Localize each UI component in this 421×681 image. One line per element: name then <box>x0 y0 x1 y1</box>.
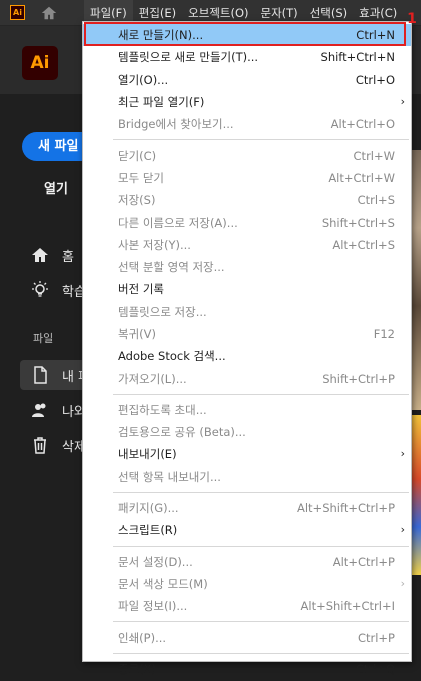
menu-item-label: 스크립트(R) <box>118 523 178 538</box>
menu-item-export[interactable]: 내보내기(E) › <box>83 443 411 465</box>
menu-item-label: 파일 정보(I)... <box>118 599 188 614</box>
menu-item-save-as-template: 템플릿으로 저장... <box>83 301 411 323</box>
menu-item-shortcut: Alt+Ctrl+P <box>332 554 395 569</box>
menu-item-new-from-template[interactable]: 템플릿으로 새로 만들기(T)... Shift+Ctrl+N <box>83 46 411 68</box>
thumbnail-strip <box>412 150 421 410</box>
menu-separator <box>113 393 409 395</box>
menu-item-document-color-mode: 문서 색상 모드(M) › <box>83 573 411 595</box>
files-section-label: 파일 <box>33 332 54 345</box>
menu-item-close-all: 모두 닫기 Alt+Ctrl+W <box>83 167 411 189</box>
lightbulb-icon <box>32 281 48 297</box>
open-button[interactable]: 열기 <box>44 178 68 197</box>
menu-item-shortcut: Ctrl+S <box>357 193 395 208</box>
menu-item-exit[interactable]: 종료(X) Ctrl+Q <box>83 658 411 680</box>
menu-item-shortcut: Ctrl+Q <box>355 661 395 676</box>
menu-item-place: 가져오기(L)... Shift+Ctrl+P <box>83 367 411 389</box>
menu-item-revert: 복귀(V) F12 <box>83 323 411 345</box>
menu-item-save-as: 다른 이름으로 저장(A)... Shift+Ctrl+S <box>83 211 411 233</box>
menu-item-label: 모두 닫기 <box>118 170 164 185</box>
menu-item-new[interactable]: 새로 만들기(N)... Ctrl+N <box>83 24 411 47</box>
menu-item-shortcut: Ctrl+W <box>353 148 395 163</box>
menu-item-label: 선택 분할 영역 저장... <box>118 260 225 275</box>
menu-separator <box>113 139 409 141</box>
menu-item-package: 패키지(G)... Alt+Shift+Ctrl+P <box>83 497 411 519</box>
menu-item-label: 닫기(C) <box>118 148 157 163</box>
menu-item-search-adobe-stock[interactable]: Adobe Stock 검색... <box>83 345 411 367</box>
menu-item-save-selected-slices: 선택 분할 영역 저장... <box>83 256 411 278</box>
menu-item-label: 템플릿으로 새로 만들기(T)... <box>118 50 259 65</box>
menu-item-share-for-review: 검토용으로 공유 (Beta)... <box>83 421 411 443</box>
home-icon <box>32 248 48 262</box>
menu-item-label: 검토용으로 공유 (Beta)... <box>118 425 246 440</box>
app-icon: Ai <box>10 5 25 20</box>
step-number-badge: 1 <box>407 11 417 27</box>
menu-item-shortcut: Shift+Ctrl+P <box>322 371 395 386</box>
menu-item-version-history[interactable]: 버전 기록 <box>83 278 411 300</box>
menu-item-label: 문서 색상 모드(M) <box>118 576 208 591</box>
menu-item-scripts[interactable]: 스크립트(R) › <box>83 519 411 541</box>
menu-item-label: 가져오기(L)... <box>118 371 187 386</box>
menu-item-save-copy: 사본 저장(Y)... Alt+Ctrl+S <box>83 234 411 256</box>
menu-item-label: 사본 저장(Y)... <box>118 237 191 252</box>
menu-item-shortcut: Shift+Ctrl+N <box>320 50 395 65</box>
menu-item-shortcut: Alt+Shift+Ctrl+I <box>300 599 395 614</box>
menu-item-browse-bridge: Bridge에서 찾아보기... Alt+Ctrl+O <box>83 113 411 135</box>
menu-item-export-selection: 선택 항목 내보내기... <box>83 466 411 488</box>
illustrator-logo: Ai <box>22 46 58 80</box>
menu-item-label: 새로 만들기(N)... <box>118 28 204 43</box>
menu-separator <box>113 652 409 654</box>
menu-item-label: 버전 기록 <box>118 282 164 297</box>
menu-item-shortcut: Ctrl+N <box>356 28 395 43</box>
menu-item-label: Adobe Stock 검색... <box>118 349 226 364</box>
menu-item-label: 복귀(V) <box>118 327 156 341</box>
sidebar-item-home[interactable]: 홈 <box>30 245 74 265</box>
menu-separator <box>113 545 409 547</box>
menu-item-print: 인쇄(P)... Ctrl+P <box>83 626 411 648</box>
menu-item-document-setup: 문서 설정(D)... Alt+Ctrl+P <box>83 551 411 573</box>
menu-item-label: Bridge에서 찾아보기... <box>118 117 234 132</box>
menu-item-shortcut: Alt+Shift+Ctrl+P <box>296 501 395 516</box>
menu-item-file-info: 파일 정보(I)... Alt+Shift+Ctrl+I <box>83 595 411 617</box>
trash-icon <box>34 437 46 454</box>
menu-item-label: 종료(X) <box>118 661 157 676</box>
submenu-arrow-icon: › <box>400 576 405 590</box>
menu-item-label: 패키지(G)... <box>118 501 179 516</box>
file-menu-dropdown: 새로 만들기(N)... Ctrl+N 템플릿으로 새로 만들기(T)... Shi… <box>82 21 412 676</box>
menu-item-open-recent[interactable]: 최근 파일 열기(F) › <box>83 91 411 113</box>
menu-item-label: 문서 설정(D)... <box>118 554 193 569</box>
menu-item-shortcut: F12 <box>373 327 395 341</box>
menu-item-shortcut: Alt+Ctrl+W <box>328 170 395 185</box>
people-icon <box>32 403 46 417</box>
menu-separator <box>113 491 409 493</box>
menu-item-label: 선택 항목 내보내기... <box>118 469 221 484</box>
menu-item-shortcut: Alt+Ctrl+S <box>332 237 395 252</box>
menu-item-shortcut: Alt+Ctrl+O <box>330 117 395 132</box>
menu-item-label: 인쇄(P)... <box>118 630 167 645</box>
menu-item-shortcut: Shift+Ctrl+S <box>321 215 395 230</box>
menu-item-label: 내보내기(E) <box>118 447 177 462</box>
sidebar-item-deleted[interactable]: 삭제 <box>30 435 86 455</box>
menu-item-shortcut: Ctrl+P <box>357 630 395 645</box>
submenu-arrow-icon: › <box>400 523 405 537</box>
home-icon[interactable] <box>40 4 58 22</box>
menu-item-label: 열기(O)... <box>118 72 169 87</box>
menu-item-label: 최근 파일 열기(F) <box>118 95 205 110</box>
submenu-arrow-icon: › <box>400 447 405 461</box>
submenu-arrow-icon: › <box>400 94 405 108</box>
menu-item-open[interactable]: 열기(O)... Ctrl+O <box>83 69 411 91</box>
menu-item-invite-to-edit: 편집하도록 초대... <box>83 399 411 421</box>
sidebar-item-label: 홈 <box>62 249 74 265</box>
file-icon <box>34 366 47 384</box>
menu-item-label: 편집하도록 초대... <box>118 402 207 417</box>
menu-item-save: 저장(S) Ctrl+S <box>83 189 411 211</box>
thumbnail-strip <box>412 415 421 575</box>
sidebar-item-learn[interactable]: 학습 <box>30 280 86 300</box>
menu-item-label: 템플릿으로 저장... <box>118 304 207 319</box>
menu-item-close: 닫기(C) Ctrl+W <box>83 144 411 166</box>
menu-item-label: 다른 이름으로 저장(A)... <box>118 215 238 230</box>
menu-item-label: 저장(S) <box>118 193 156 208</box>
menu-separator <box>113 621 409 623</box>
menu-item-shortcut: Ctrl+O <box>355 72 395 87</box>
